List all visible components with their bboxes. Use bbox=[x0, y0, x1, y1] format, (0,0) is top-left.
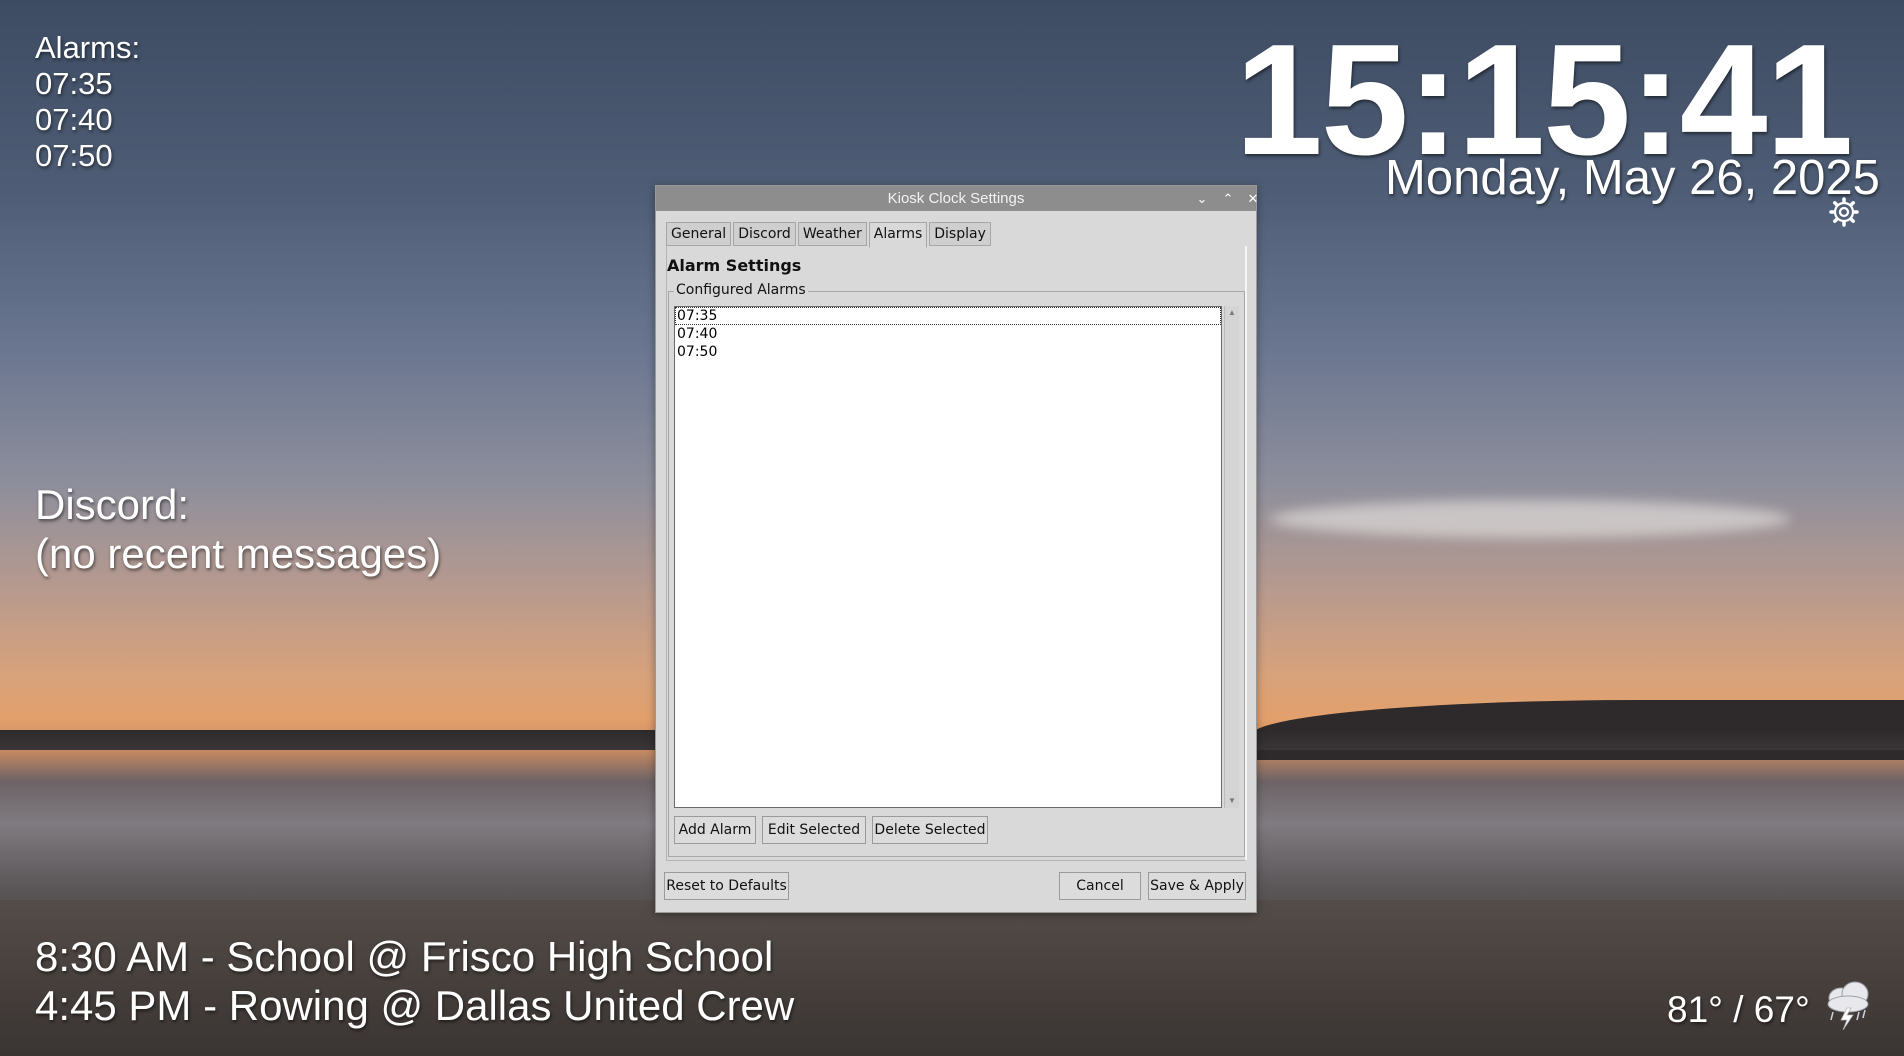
discord-title: Discord: bbox=[35, 481, 190, 528]
maximize-icon[interactable]: ⌃ bbox=[1216, 186, 1240, 211]
tab-weather[interactable]: Weather bbox=[797, 222, 867, 246]
alarms-widget: Alarms: 07:35 07:40 07:50 bbox=[35, 30, 140, 174]
alarms-title: Alarms: bbox=[35, 30, 141, 65]
add-alarm-button[interactable]: Add Alarm bbox=[674, 816, 756, 844]
event-item: 4:45 PM - Rowing @ Dallas United Crew bbox=[35, 982, 795, 1029]
reset-defaults-button[interactable]: Reset to Defaults bbox=[664, 872, 789, 900]
alarm-time: 07:50 bbox=[35, 138, 113, 173]
list-scrollbar[interactable]: ▲ ▼ bbox=[1224, 306, 1239, 808]
tab-bar: General Discord Weather Alarms Display bbox=[666, 222, 993, 248]
clock-date: Monday, May 26, 2025 bbox=[1385, 151, 1880, 205]
tab-alarms[interactable]: Alarms bbox=[868, 222, 928, 248]
dialog-titlebar[interactable]: Kiosk Clock Settings ⌄ ⌃ ✕ bbox=[656, 186, 1258, 211]
minimize-icon[interactable]: ⌄ bbox=[1190, 186, 1214, 211]
gear-icon[interactable] bbox=[1828, 196, 1860, 228]
delete-selected-button[interactable]: Delete Selected bbox=[872, 816, 988, 844]
save-apply-button[interactable]: Save & Apply bbox=[1148, 872, 1246, 900]
cancel-button[interactable]: Cancel bbox=[1059, 872, 1141, 900]
tab-display[interactable]: Display bbox=[929, 222, 991, 246]
list-item[interactable]: 07:40 bbox=[675, 325, 1221, 343]
close-icon[interactable]: ✕ bbox=[1241, 186, 1265, 211]
tab-discord[interactable]: Discord bbox=[733, 222, 796, 246]
background-cloud bbox=[1270, 500, 1790, 538]
dialog-title: Kiosk Clock Settings bbox=[887, 190, 1025, 207]
panel-title: Alarm Settings bbox=[667, 256, 802, 275]
alarm-time: 07:40 bbox=[35, 102, 113, 137]
event-item: 8:30 AM - School @ Frisco High School bbox=[35, 933, 774, 980]
alarm-listbox[interactable]: 07:35 07:40 07:50 bbox=[674, 306, 1222, 808]
list-item[interactable]: 07:50 bbox=[675, 343, 1221, 361]
scroll-up-icon[interactable]: ▲ bbox=[1225, 306, 1239, 320]
discord-widget: Discord: (no recent messages) bbox=[35, 480, 441, 578]
list-item[interactable]: 07:35 bbox=[675, 307, 1221, 325]
discord-status: (no recent messages) bbox=[35, 530, 442, 577]
group-label: Configured Alarms bbox=[674, 282, 808, 298]
tab-general[interactable]: General bbox=[666, 222, 732, 246]
alarm-time: 07:35 bbox=[35, 66, 113, 101]
scroll-down-icon[interactable]: ▼ bbox=[1225, 794, 1239, 808]
events-widget: 8:30 AM - School @ Frisco High School 4:… bbox=[35, 932, 794, 1030]
weather-temps: 81° / 67° bbox=[1667, 989, 1810, 1030]
thunderstorm-icon bbox=[1827, 981, 1869, 1030]
settings-dialog: Kiosk Clock Settings ⌄ ⌃ ✕ General Disco… bbox=[655, 185, 1258, 913]
edit-selected-button[interactable]: Edit Selected bbox=[762, 816, 866, 844]
